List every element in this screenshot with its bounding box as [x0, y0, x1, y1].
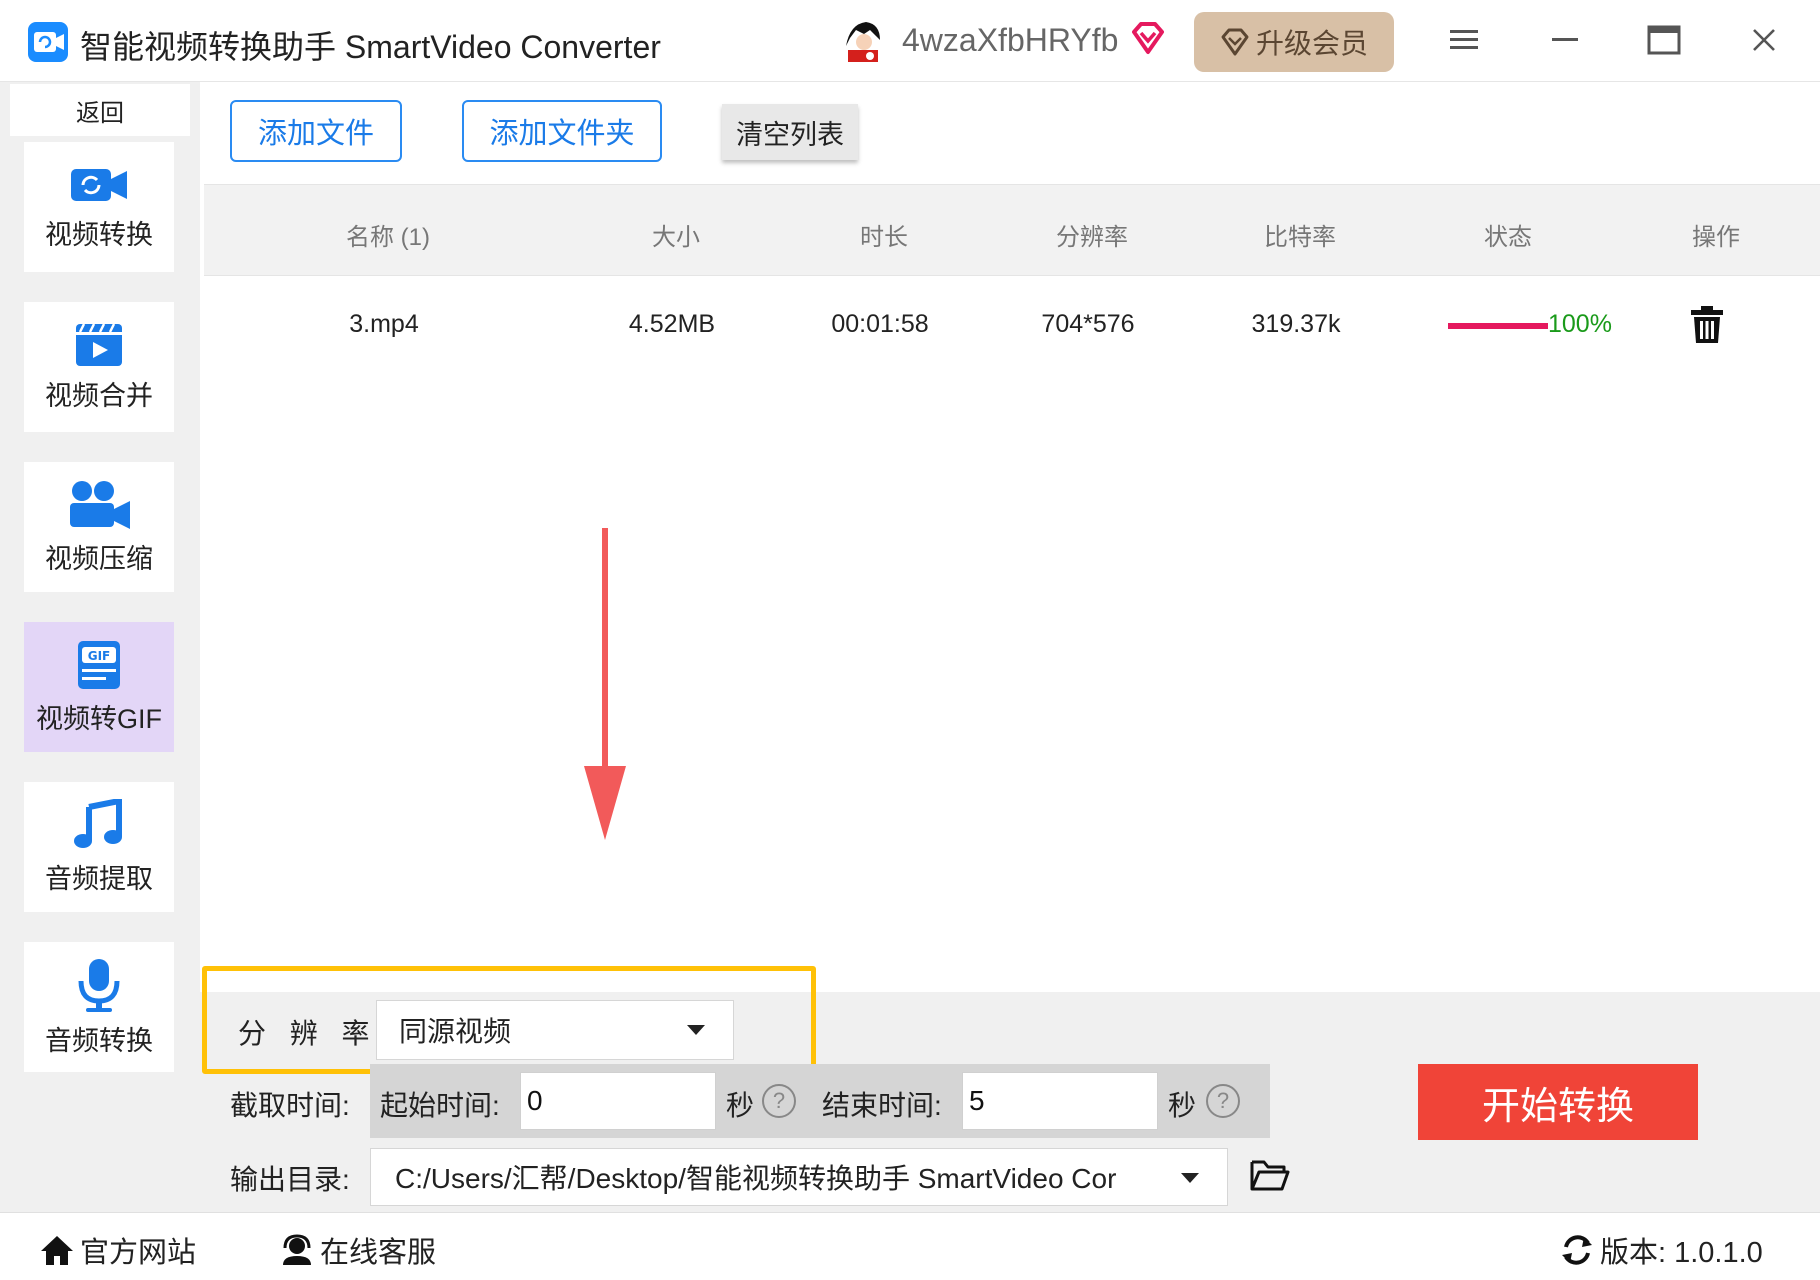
video-compress-icon — [70, 480, 130, 529]
add-folder-button[interactable]: 添加文件夹 — [462, 100, 662, 162]
start-help-icon[interactable]: ? — [762, 1084, 796, 1118]
sidebar-item-video-merge[interactable]: 视频合并 — [24, 302, 174, 432]
headset-icon — [283, 1234, 311, 1265]
sidebar-item-label: 视频合并 — [45, 380, 153, 411]
end-help-icon[interactable]: ? — [1206, 1084, 1240, 1118]
sidebar-item-video-compress[interactable]: 视频压缩 — [24, 462, 174, 592]
version-label: 版本: 1.0.1.0 — [1600, 1237, 1763, 1269]
music-note-icon — [74, 798, 122, 848]
end-time-label: 结束时间: — [822, 1090, 942, 1121]
sidebar-item-audio-convert[interactable]: 音频转换 — [24, 942, 174, 1072]
start-convert-button[interactable]: 开始转换 — [1418, 1064, 1698, 1140]
sidebar: 返回 视频转换 视频合并 视频压缩 GIF 视频转GIF 音频提取 音频转换 — [0, 82, 200, 1212]
sidebar-item-label: 视频转GIF — [36, 703, 162, 734]
official-website-link[interactable]: 官方网站 — [40, 1229, 196, 1271]
file-name: 3.mp4 — [349, 310, 419, 338]
online-support-link[interactable]: 在线客服 — [280, 1229, 436, 1271]
svg-text:GIF: GIF — [88, 649, 111, 663]
end-time-input[interactable]: 5 — [962, 1072, 1158, 1130]
column-header-status: 状态 — [1484, 224, 1532, 251]
menu-icon[interactable] — [1442, 18, 1486, 62]
end-seconds-label: 秒 — [1168, 1090, 1197, 1121]
file-size: 4.52MB — [628, 310, 716, 338]
start-seconds-label: 秒 — [726, 1090, 755, 1121]
clip-time-label: 截取时间: — [230, 1090, 350, 1121]
refresh-icon — [1562, 1235, 1592, 1265]
app-title: 智能视频转换助手 SmartVideo Converter — [80, 29, 661, 65]
start-time-label: 起始时间: — [380, 1090, 500, 1121]
file-table-header: 名称 (1) 大小 时长 分辨率 比特率 状态 操作 — [204, 184, 1820, 276]
column-header-bitrate[interactable]: 比特率 — [1220, 217, 1380, 252]
file-duration: 00:01:58 — [831, 310, 929, 338]
start-time-input[interactable]: 0 — [520, 1072, 716, 1130]
video-convert-icon — [71, 168, 127, 201]
version-info[interactable]: 版本: 1.0.1.0 — [1560, 1229, 1763, 1271]
table-row[interactable]: 3.mp4 4.52MB 00:01:58 704*576 319.37k 10… — [204, 296, 1820, 356]
sidebar-item-label: 视频转换 — [45, 219, 153, 250]
sidebar-item-label: 音频提取 — [45, 863, 153, 894]
maximize-icon[interactable] — [1642, 18, 1686, 62]
footer: 官方网站 在线客服 版本: 1.0.1.0 — [0, 1212, 1820, 1280]
column-header-resolution[interactable]: 分辨率 — [1012, 217, 1172, 252]
annotation-arrow-down — [580, 528, 630, 849]
diamond-icon — [1221, 28, 1249, 56]
output-dir-select[interactable]: C:/Users/汇帮/Desktop/智能视频转换助手 SmartVideo … — [370, 1148, 1228, 1206]
sidebar-item-label: 音频转换 — [45, 1025, 153, 1056]
close-icon[interactable] — [1742, 18, 1786, 62]
video-merge-icon — [76, 322, 122, 366]
official-website-label: 官方网站 — [80, 1237, 197, 1269]
sidebar-item-video-convert[interactable]: 视频转换 — [24, 142, 174, 272]
output-dir-value: C:/Users/汇帮/Desktop/智能视频转换助手 SmartVideo … — [395, 1163, 1117, 1194]
trash-icon[interactable] — [1690, 306, 1724, 349]
username: 4wzaXfbHRYfb — [902, 22, 1119, 58]
clear-list-button[interactable]: 清空列表 — [722, 104, 858, 160]
sidebar-item-audio-extract[interactable]: 音频提取 — [24, 782, 174, 912]
microphone-icon — [78, 958, 120, 1012]
vip-diamond-icon — [1130, 20, 1166, 61]
gif-icon: GIF — [78, 640, 120, 689]
file-bitrate: 319.37k — [1251, 310, 1341, 338]
home-icon — [41, 1236, 73, 1265]
chevron-down-icon — [687, 1025, 705, 1035]
avatar[interactable] — [840, 16, 886, 62]
upgrade-vip-label: 升级会员 — [1255, 28, 1368, 59]
column-header-action: 操作 — [1692, 224, 1740, 251]
progress-text: 100% — [1548, 310, 1612, 338]
minimize-icon[interactable] — [1544, 18, 1588, 62]
title-bar: 智能视频转换助手 SmartVideo Converter 4wzaXfbHRY… — [0, 0, 1820, 82]
column-header-name[interactable]: 名称 (1) — [308, 217, 468, 252]
upgrade-vip-button[interactable]: 升级会员 — [1194, 12, 1394, 72]
back-button[interactable]: 返回 — [10, 84, 190, 136]
chevron-down-icon — [1181, 1173, 1199, 1183]
progress-bar — [1448, 323, 1548, 329]
resolution-value: 同源视频 — [399, 1016, 512, 1047]
app-logo-icon — [28, 22, 68, 62]
sidebar-item-label: 视频压缩 — [45, 543, 153, 574]
add-file-button[interactable]: 添加文件 — [230, 100, 402, 162]
output-dir-label: 输出目录: — [230, 1164, 350, 1195]
column-header-size[interactable]: 大小 — [596, 217, 756, 252]
folder-open-icon[interactable] — [1250, 1158, 1290, 1197]
resolution-select[interactable]: 同源视频 — [376, 1000, 734, 1060]
file-resolution: 704*576 — [1041, 310, 1135, 338]
column-header-duration[interactable]: 时长 — [804, 217, 964, 252]
online-support-label: 在线客服 — [320, 1237, 437, 1269]
sidebar-item-video-to-gif[interactable]: GIF 视频转GIF — [24, 622, 174, 752]
